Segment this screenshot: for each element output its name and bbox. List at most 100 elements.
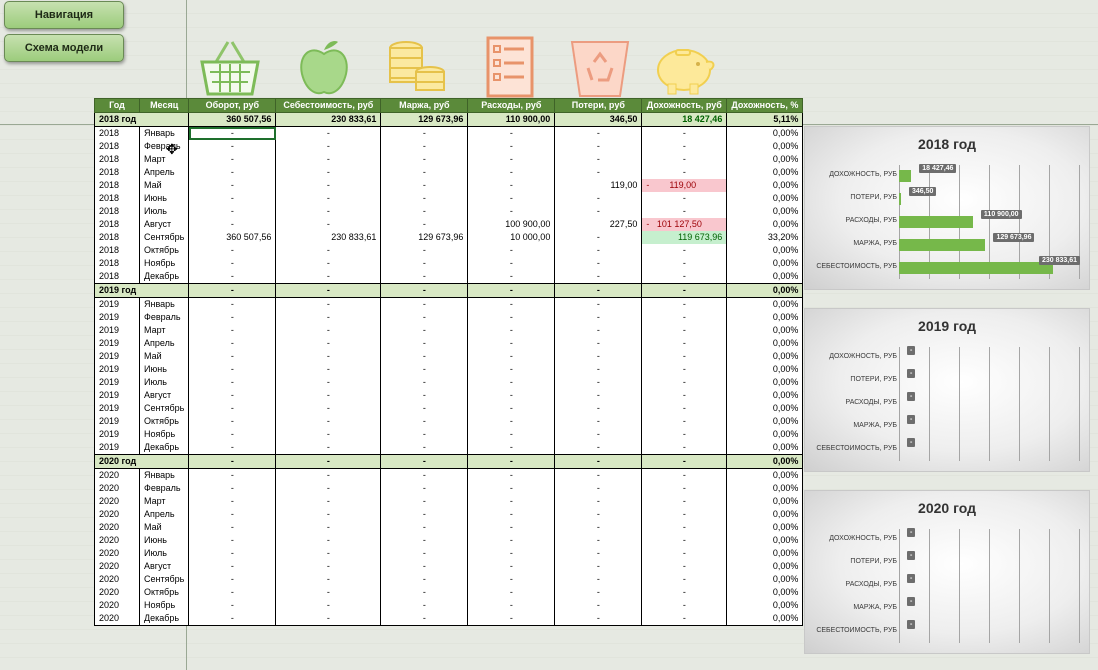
table-cell[interactable]: Май	[138, 179, 190, 192]
table-cell[interactable]: 0,00%	[726, 218, 804, 231]
total-cell[interactable]: -	[641, 283, 728, 298]
table-cell[interactable]: -	[275, 218, 382, 231]
table-cell[interactable]: -	[641, 192, 728, 205]
table-cell[interactable]: -	[275, 179, 382, 192]
table-cell[interactable]: -	[275, 297, 382, 311]
table-cell[interactable]: -	[467, 508, 556, 521]
table-cell[interactable]: Май	[138, 521, 190, 534]
table-cell[interactable]: -	[554, 560, 643, 573]
table-cell[interactable]: -	[641, 560, 728, 573]
table-cell[interactable]: -	[641, 482, 728, 495]
table-cell[interactable]: -	[188, 337, 277, 350]
table-cell[interactable]: -	[554, 495, 643, 508]
table-cell[interactable]: -	[380, 179, 469, 192]
table-cell[interactable]: -	[554, 140, 643, 153]
total-cell[interactable]: -	[275, 454, 382, 469]
table-cell[interactable]: -	[188, 376, 277, 389]
table-cell[interactable]: Апрель	[138, 508, 190, 521]
table-cell[interactable]: -	[188, 508, 277, 521]
table-cell[interactable]: -	[380, 573, 469, 586]
table-cell[interactable]: -	[467, 311, 556, 324]
table-cell[interactable]: -	[554, 415, 643, 428]
table-cell[interactable]: -	[467, 205, 556, 218]
table-cell[interactable]: -	[641, 521, 728, 534]
table-cell[interactable]: 129 673,96	[380, 231, 469, 244]
table-cell[interactable]: -	[467, 153, 556, 166]
table-cell[interactable]: -	[554, 376, 643, 389]
table-cell[interactable]: 0,00%	[726, 179, 804, 192]
table-cell[interactable]: -	[554, 324, 643, 337]
table-cell[interactable]: 2018	[94, 218, 140, 231]
table-cell[interactable]: -	[554, 166, 643, 179]
table-cell[interactable]: -	[188, 534, 277, 547]
table-cell[interactable]: -	[380, 508, 469, 521]
table-cell[interactable]: -	[554, 389, 643, 402]
table-cell[interactable]: -	[554, 534, 643, 547]
table-cell[interactable]: 0,00%	[726, 192, 804, 205]
table-cell[interactable]: 0,00%	[726, 468, 804, 482]
table-cell[interactable]: -	[380, 324, 469, 337]
table-cell[interactable]: 119 673,96	[641, 231, 728, 244]
table-cell[interactable]: -	[467, 244, 556, 257]
table-cell[interactable]: -	[554, 586, 643, 599]
table-cell[interactable]: -	[188, 573, 277, 586]
table-cell[interactable]: -	[275, 376, 382, 389]
table-cell[interactable]: -	[380, 337, 469, 350]
total-cell[interactable]: 230 833,61	[275, 112, 382, 127]
table-cell[interactable]: -	[275, 363, 382, 376]
table-cell[interactable]: -	[554, 428, 643, 441]
total-cell[interactable]: -	[380, 454, 469, 469]
table-cell[interactable]: Март	[138, 495, 190, 508]
table-cell[interactable]: -	[188, 521, 277, 534]
table-cell[interactable]: -	[554, 257, 643, 270]
table-cell[interactable]: -	[380, 521, 469, 534]
table-cell[interactable]: -	[275, 140, 382, 153]
table-cell[interactable]: -	[467, 179, 556, 192]
table-cell[interactable]: -	[467, 521, 556, 534]
navigation-button[interactable]: Навигация	[4, 1, 124, 29]
table-cell[interactable]: -	[641, 350, 728, 363]
table-cell[interactable]: -	[275, 337, 382, 350]
table-cell[interactable]: -	[641, 495, 728, 508]
table-cell[interactable]: 230 833,61	[275, 231, 382, 244]
table-cell[interactable]: -	[467, 612, 556, 626]
table-cell[interactable]: -	[275, 205, 382, 218]
table-cell[interactable]: 0,00%	[726, 376, 804, 389]
table-cell[interactable]: -	[380, 218, 469, 231]
total-cell[interactable]: 0,00%	[726, 454, 804, 469]
table-cell[interactable]: -	[554, 573, 643, 586]
table-cell[interactable]: -	[275, 521, 382, 534]
table-cell[interactable]: Сентябрь	[138, 573, 190, 586]
table-cell[interactable]: -	[275, 547, 382, 560]
table-cell[interactable]: 2020	[94, 508, 140, 521]
table-cell[interactable]: Июль	[138, 376, 190, 389]
table-cell[interactable]: -	[380, 482, 469, 495]
table-cell[interactable]: 2018	[94, 166, 140, 179]
table-cell[interactable]: Декабрь	[138, 270, 190, 284]
table-cell[interactable]: 2020	[94, 534, 140, 547]
table-cell[interactable]: -	[188, 297, 277, 311]
table-cell[interactable]: 0,00%	[726, 402, 804, 415]
table-cell[interactable]: -	[380, 363, 469, 376]
table-cell[interactable]: -	[380, 586, 469, 599]
table-cell[interactable]: 2018	[94, 270, 140, 284]
table-cell[interactable]: -	[641, 311, 728, 324]
table-cell[interactable]: -	[641, 376, 728, 389]
table-cell[interactable]: Январь	[138, 297, 190, 311]
table-cell[interactable]: -	[554, 468, 643, 482]
table-cell[interactable]: -	[380, 547, 469, 560]
table-cell[interactable]: -	[188, 495, 277, 508]
table-cell[interactable]: 2020	[94, 560, 140, 573]
table-cell[interactable]: Ноябрь	[138, 257, 190, 270]
table-cell[interactable]: -	[380, 402, 469, 415]
table-cell[interactable]: -	[641, 244, 728, 257]
table-cell[interactable]: 2019	[94, 324, 140, 337]
table-cell[interactable]: Ноябрь	[138, 428, 190, 441]
table-cell[interactable]: -	[467, 324, 556, 337]
table-cell[interactable]: -	[380, 350, 469, 363]
table-cell[interactable]: -	[467, 140, 556, 153]
table-cell[interactable]: -	[275, 573, 382, 586]
table-cell[interactable]: -	[641, 363, 728, 376]
table-cell[interactable]: -	[275, 324, 382, 337]
table-cell[interactable]: -	[641, 534, 728, 547]
